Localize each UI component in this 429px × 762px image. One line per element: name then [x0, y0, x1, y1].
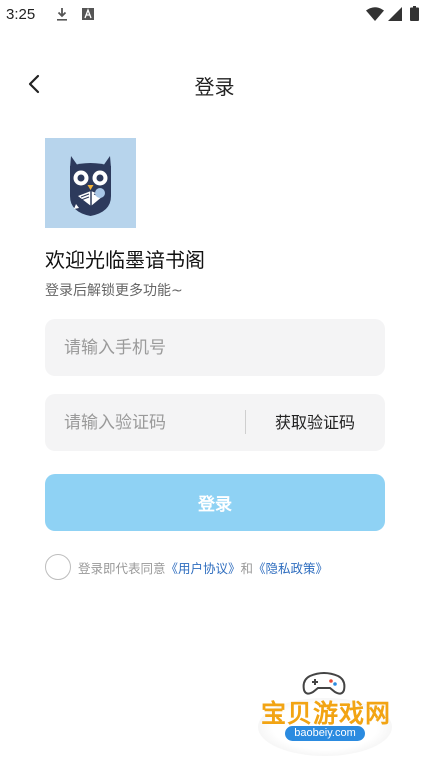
welcome-title: 欢迎光临墨谙书阁	[45, 248, 205, 272]
agreement-row: 登录即代表同意《用户协议》和《隐私政策》	[45, 554, 405, 580]
top-bar: 登录	[0, 60, 429, 108]
app-logo	[45, 138, 136, 228]
login-button[interactable]: 登录	[45, 474, 385, 531]
get-code-button[interactable]: 获取验证码	[245, 394, 385, 451]
verification-code-input[interactable]	[64, 394, 244, 451]
wifi-icon	[366, 7, 384, 21]
agreement-and: 和	[240, 561, 254, 576]
agreement-text: 登录即代表同意《用户协议》和《隐私政策》	[78, 558, 328, 577]
phone-input[interactable]	[64, 319, 364, 376]
phone-input-box	[45, 319, 385, 376]
watermark: 宝贝游戏网 baobeiy.com	[250, 668, 400, 758]
font-icon	[82, 8, 94, 20]
page-title: 登录	[194, 75, 235, 99]
battery-icon	[410, 6, 419, 21]
user-agreement-link[interactable]: 《用户协议》	[166, 561, 241, 576]
code-input-box: 获取验证码	[45, 394, 385, 451]
owl-logo-icon	[70, 156, 111, 216]
watermark-domain: baobeiy.com	[285, 726, 365, 741]
agreement-prefix: 登录即代表同意	[78, 561, 166, 576]
welcome-subtitle: 登录后解锁更多功能~	[45, 283, 183, 299]
agreement-checkbox[interactable]	[45, 554, 71, 580]
signal-icon	[388, 7, 402, 21]
privacy-policy-link[interactable]: 《隐私政策》	[253, 561, 328, 576]
gamepad-icon	[302, 672, 346, 695]
watermark-title: 宝贝游戏网	[260, 699, 391, 728]
download-icon	[57, 8, 67, 21]
status-bar: 3:25	[0, 0, 429, 30]
status-time: 3:25	[6, 6, 36, 23]
